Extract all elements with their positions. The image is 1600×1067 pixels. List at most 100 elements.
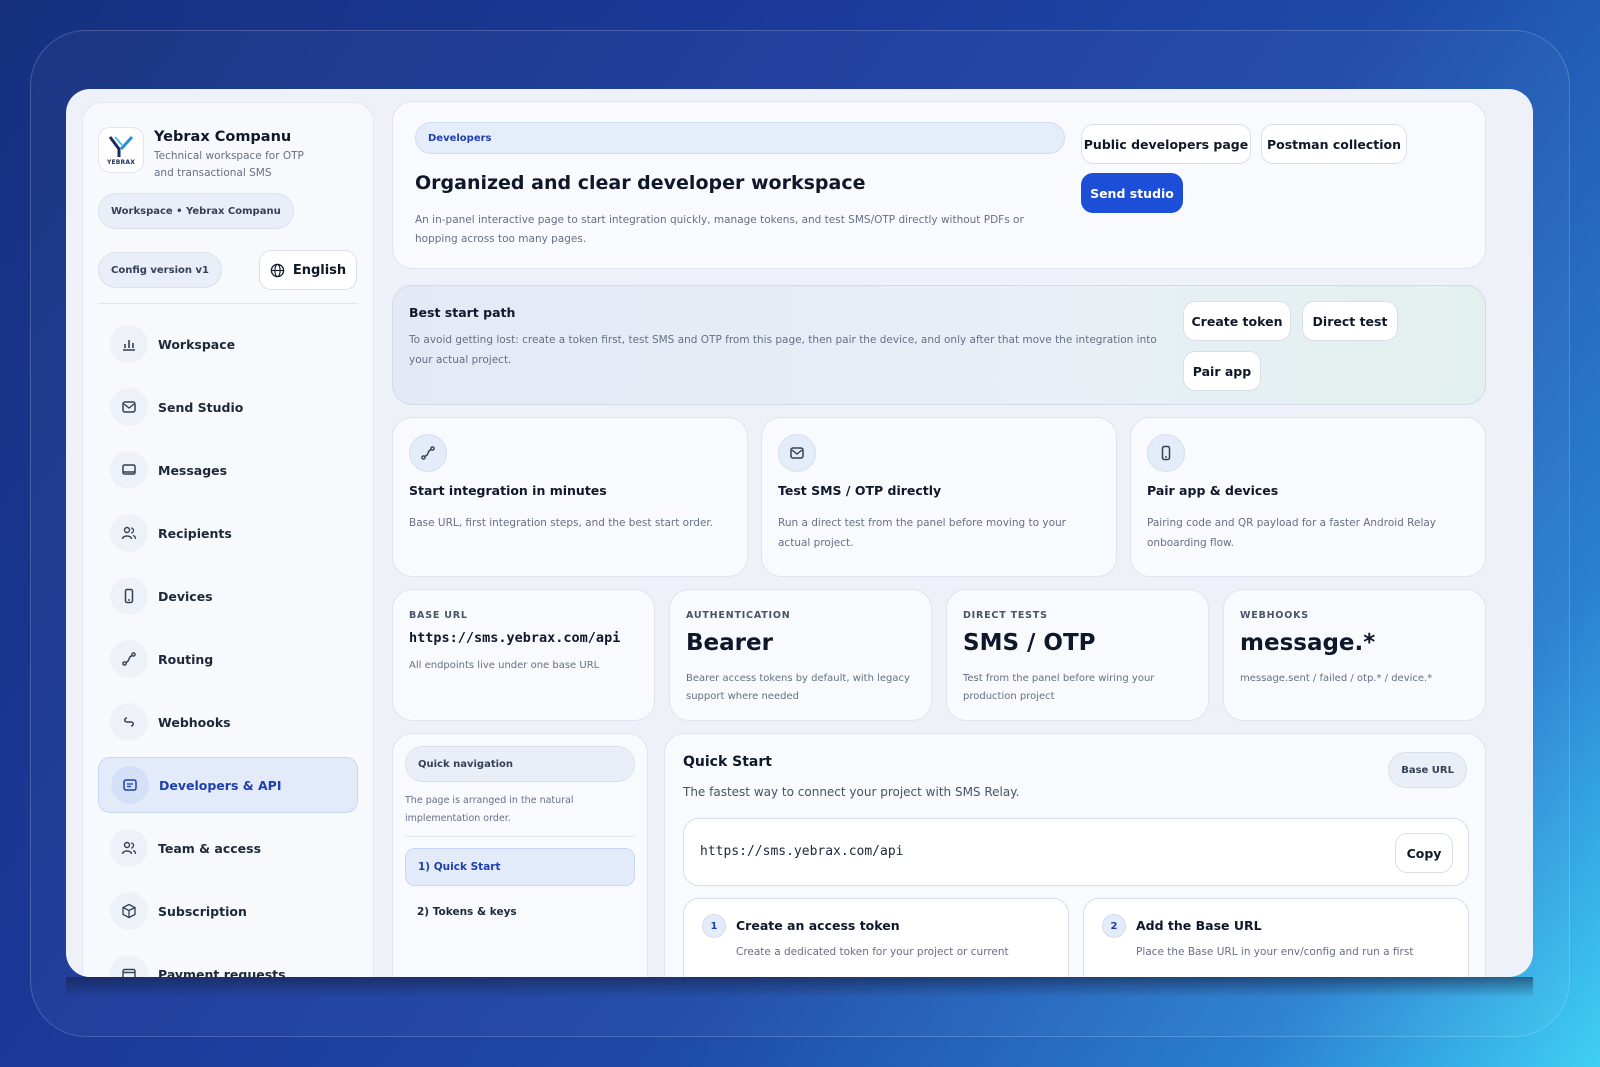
phone-icon <box>1161 445 1171 461</box>
webhook-icon <box>124 717 134 727</box>
stat-value: Bearer <box>686 630 773 656</box>
send-studio-button[interactable]: Send studio <box>1081 173 1183 213</box>
box-icon <box>122 903 136 919</box>
brand-name: Yebrax Companu <box>154 129 292 145</box>
bar-chart-icon <box>123 340 135 351</box>
start-path-title: Best start path <box>409 305 516 320</box>
step-description: Place the Base URL in your env/config an… <box>1136 946 1414 958</box>
route-icon <box>122 652 136 666</box>
inbox-icon <box>122 464 136 475</box>
sidebar-item-payment-requests[interactable]: Payment requests <box>98 946 358 977</box>
step-description: Create a dedicated token for your projec… <box>736 946 1009 958</box>
mail-icon <box>122 401 136 413</box>
copy-button[interactable]: Copy <box>1395 833 1453 873</box>
feature-description: Run a direct test from the panel before … <box>778 517 1066 549</box>
quick-nav-item-tokens[interactable]: 2) Tokens & keys <box>405 893 635 931</box>
feature-title: Test SMS / OTP directly <box>778 483 942 498</box>
start-path-card: Best start path To avoid getting lost: c… <box>392 285 1486 405</box>
quick-navigation-card: Quick navigation The page is arranged in… <box>392 733 648 977</box>
step-title: Add the Base URL <box>1136 918 1262 933</box>
card-icon <box>122 968 136 977</box>
sidebar-item-label: Recipients <box>158 525 232 541</box>
stat-label: DIRECT TESTS <box>963 610 1048 621</box>
header-card: Developers Organized and clear developer… <box>392 101 1486 269</box>
language-button[interactable]: English <box>259 250 357 290</box>
quick-start-title: Quick Start <box>683 754 772 770</box>
step-title: Create an access token <box>736 918 900 933</box>
feature-title: Start integration in minutes <box>409 483 607 498</box>
feature-card-pair-app[interactable]: Pair app & devices Pairing code and QR p… <box>1130 417 1486 577</box>
create-token-button[interactable]: Create token <box>1183 301 1291 341</box>
globe-icon <box>270 263 285 277</box>
section-pill: Developers <box>415 122 1065 154</box>
base-url-text[interactable]: https://sms.yebrax.com/api <box>700 844 904 859</box>
sidebar-item-send-studio[interactable]: Send Studio <box>98 379 358 435</box>
sidebar-item-label: Send Studio <box>158 399 244 415</box>
sidebar-item-label: Developers & API <box>159 777 282 793</box>
sidebar-item-recipients[interactable]: Recipients <box>98 505 358 561</box>
step-number: 1 <box>702 914 726 938</box>
start-path-description: To avoid getting lost: create a token fi… <box>409 334 1157 366</box>
sidebar-item-label: Webhooks <box>158 714 231 730</box>
route-icon <box>421 446 435 460</box>
stat-card-webhooks: WEBHOOKS message.* message.sent / failed… <box>1223 589 1486 721</box>
quick-start-subtitle: The fastest way to connect your project … <box>683 785 1020 799</box>
quick-navigation-description: The page is arranged in the natural impl… <box>405 795 574 824</box>
phone-icon <box>124 588 134 604</box>
public-developers-page-button[interactable]: Public developers page <box>1081 124 1251 164</box>
postman-collection-button[interactable]: Postman collection <box>1261 124 1407 164</box>
sidebar-item-label: Routing <box>158 651 214 667</box>
users-icon <box>121 526 137 540</box>
mail-icon <box>790 447 804 459</box>
logo-text: YEBRAX <box>106 158 136 166</box>
step-number: 2 <box>1102 914 1126 938</box>
brand-subtitle: Technical workspace for OTP and transact… <box>154 150 304 179</box>
window-shadow <box>66 977 1533 997</box>
base-url-badge: Base URL <box>1388 752 1467 788</box>
feature-card-integration[interactable]: Start integration in minutes Base URL, f… <box>392 417 748 577</box>
language-label: English <box>292 262 347 278</box>
sidebar-item-webhooks[interactable]: Webhooks <box>98 694 358 750</box>
sidebar-item-developers-api[interactable]: Developers & API <box>98 757 358 813</box>
logo-mark-icon <box>108 135 134 157</box>
base-url-box: https://sms.yebrax.com/api Copy <box>683 818 1469 886</box>
sidebar-item-label: Payment requests <box>158 966 286 978</box>
stat-label: WEBHOOKS <box>1240 610 1309 621</box>
sidebar: YEBRAX Yebrax Companu Technical workspac… <box>82 102 374 977</box>
sidebar-item-label: Team & access <box>158 840 262 856</box>
sidebar-item-routing[interactable]: Routing <box>98 631 358 687</box>
api-icon <box>123 779 137 791</box>
sidebar-item-subscription[interactable]: Subscription <box>98 883 358 939</box>
sidebar-divider <box>98 303 358 304</box>
sidebar-item-label: Subscription <box>158 903 247 919</box>
sidebar-item-team-access[interactable]: Team & access <box>98 820 358 876</box>
sidebar-item-messages[interactable]: Messages <box>98 442 358 498</box>
stat-value: message.* <box>1240 630 1376 656</box>
quick-nav-item-quick-start[interactable]: 1) Quick Start <box>405 848 635 886</box>
stat-card-base-url: BASE URL https://sms.yebrax.com/api All … <box>392 589 655 721</box>
team-icon <box>121 841 137 855</box>
sidebar-nav: Workspace Send Studio Messages Recipient… <box>98 316 358 977</box>
sidebar-item-label: Devices <box>158 588 213 604</box>
stat-label: AUTHENTICATION <box>686 610 791 621</box>
stat-value: SMS / OTP <box>963 630 1096 656</box>
page-title: Organized and clear developer workspace <box>415 172 866 194</box>
direct-test-button[interactable]: Direct test <box>1302 301 1398 341</box>
feature-title: Pair app & devices <box>1147 483 1279 498</box>
sidebar-item-label: Messages <box>158 462 228 478</box>
stat-card-authentication: AUTHENTICATION Bearer Bearer access toke… <box>669 589 932 721</box>
pair-app-button[interactable]: Pair app <box>1183 351 1261 391</box>
stat-description: Test from the panel before wiring your p… <box>963 673 1155 702</box>
stat-card-direct-tests: DIRECT TESTS SMS / OTP Test from the pan… <box>946 589 1209 721</box>
brand-logo: YEBRAX <box>98 127 144 173</box>
workspace-pill[interactable]: Workspace • Yebrax Companu <box>98 193 294 229</box>
page-description: An in-panel interactive page to start in… <box>415 214 1024 245</box>
sidebar-item-devices[interactable]: Devices <box>98 568 358 624</box>
feature-description: Base URL, first integration steps, and t… <box>409 517 714 529</box>
sidebar-item-workspace[interactable]: Workspace <box>98 316 358 372</box>
quick-navigation-divider <box>405 836 635 837</box>
config-version-pill: Config version v1 <box>98 252 222 288</box>
step-card: 1 Create an access token Create a dedica… <box>683 898 1069 977</box>
feature-card-test-sms[interactable]: Test SMS / OTP directly Run a direct tes… <box>761 417 1117 577</box>
quick-start-card: Quick Start The fastest way to connect y… <box>664 733 1486 977</box>
